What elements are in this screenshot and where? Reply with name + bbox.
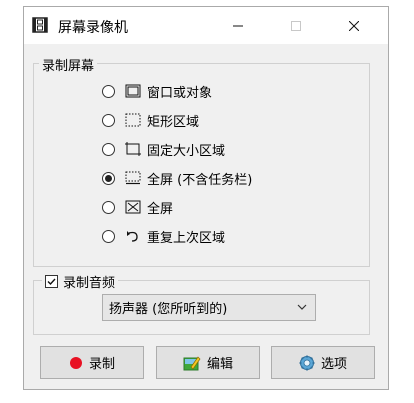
- record-screen-legend: 录制屏幕: [39, 55, 98, 74]
- option-label: 矩形区域: [147, 114, 200, 130]
- record-audio-legend[interactable]: 录制音频: [42, 272, 119, 291]
- fullscreen-no-taskbar-icon: [125, 171, 141, 185]
- fullscreen-icon: [125, 200, 141, 214]
- audio-device-value: 扬声器 (您所听到的): [109, 302, 228, 317]
- record-dot-icon: [69, 356, 82, 369]
- radio-fullscreen-no-taskbar[interactable]: [102, 171, 115, 185]
- fixed-size-rect-icon: [125, 142, 141, 156]
- option-label: 固定大小区域: [147, 143, 226, 159]
- close-button[interactable]: [332, 7, 376, 44]
- maximize-icon: [291, 20, 301, 31]
- option-rectangle-region[interactable]: 矩形区域: [102, 110, 199, 130]
- radio-fullscreen[interactable]: [102, 200, 115, 214]
- record-button[interactable]: 录制: [40, 346, 144, 379]
- maximize-button[interactable]: [274, 7, 318, 44]
- audio-device-select[interactable]: 扬声器 (您所听到的): [102, 294, 316, 321]
- option-label: 全屏: [147, 201, 174, 217]
- option-fullscreen[interactable]: 全屏: [102, 197, 173, 217]
- edit-pencil-image-icon: [183, 355, 201, 370]
- radio-rectangle-region[interactable]: [102, 113, 115, 127]
- title-bar: 屏幕录像机: [24, 7, 388, 44]
- edit-button-label: 编辑: [206, 357, 233, 372]
- minimize-icon: [233, 25, 243, 26]
- option-fullscreen-no-taskbar[interactable]: 全屏 (不含任务栏): [102, 168, 252, 188]
- repeat-arrow-icon: [127, 231, 138, 242]
- record-audio-group: 录制音频 扬声器 (您所听到的): [33, 272, 370, 335]
- window-title: 屏幕录像机: [58, 20, 128, 36]
- record-button-label: 录制: [88, 357, 115, 372]
- radio-fixed-size-region[interactable]: [102, 142, 115, 156]
- option-label: 重复上次区域: [147, 230, 226, 246]
- record-audio-label: 录制音频: [63, 276, 116, 291]
- option-fixed-size-region[interactable]: 固定大小区域: [102, 139, 225, 159]
- option-label: 全屏 (不含任务栏): [147, 172, 253, 188]
- record-audio-checkbox[interactable]: [45, 275, 58, 288]
- options-button[interactable]: 选项: [271, 346, 375, 379]
- checkmark-icon: [47, 278, 56, 286]
- radio-window-or-object[interactable]: [102, 84, 115, 98]
- close-icon: [349, 20, 359, 31]
- edit-button[interactable]: 编辑: [156, 346, 260, 379]
- gear-icon: [299, 355, 315, 370]
- option-repeat-last-region[interactable]: 重复上次区域: [102, 226, 225, 246]
- dotted-rect-icon: [125, 113, 141, 127]
- option-window-or-object[interactable]: 窗口或对象: [102, 81, 212, 101]
- minimize-button[interactable]: [216, 7, 260, 44]
- window-frame-icon: [125, 84, 141, 98]
- chevron-down-icon: [297, 304, 307, 310]
- record-screen-group: 录制屏幕 窗口或对象 矩形区域 固定大小区域 全屏 (不含任务栏) 全屏 重复上…: [33, 55, 370, 267]
- options-button-label: 选项: [320, 357, 347, 372]
- film-strip-icon: [32, 17, 48, 33]
- option-label: 窗口或对象: [147, 85, 213, 101]
- screen-recorder-window: 屏幕录像机 录制屏幕 窗口或对象 矩形区域 固定大小区域 全屏 (不含任务栏) …: [23, 6, 389, 390]
- radio-repeat-last-region[interactable]: [102, 229, 115, 243]
